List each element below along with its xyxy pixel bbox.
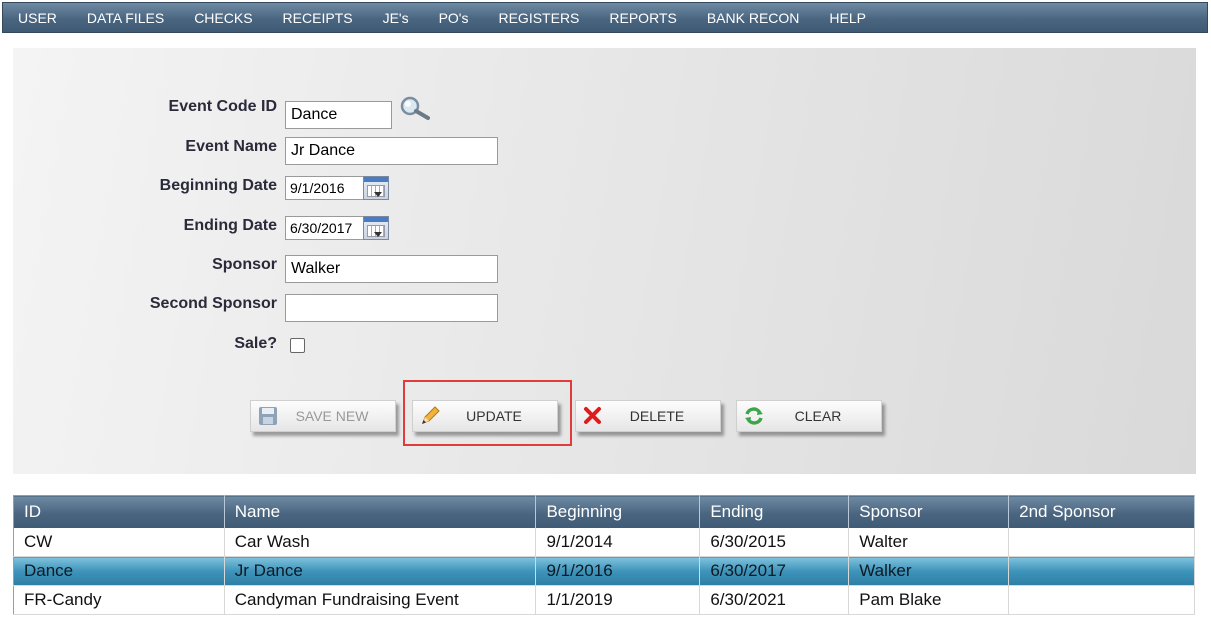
cell-ending: 6/30/2015 (699, 527, 850, 557)
cell-name: Candyman Fundraising Event (224, 585, 537, 615)
menu-data-files[interactable]: DATA FILES (72, 10, 179, 26)
menu-help[interactable]: HELP (814, 10, 881, 26)
menu-registers[interactable]: REGISTERS (483, 10, 594, 26)
second-sponsor-input[interactable] (285, 294, 498, 322)
menu-checks[interactable]: CHECKS (179, 10, 267, 26)
cell-beginning: 1/1/2019 (535, 585, 701, 615)
ending-date-label: Ending Date (183, 217, 277, 234)
event-form-panel: Event Code ID Event Name Beginning Date … (13, 48, 1196, 474)
cell-ending: 6/30/2021 (699, 585, 850, 615)
cell-sponsor: Walker (848, 556, 1010, 586)
sale-checkbox[interactable] (290, 338, 305, 353)
clear-label: CLEAR (794, 408, 842, 424)
menu-user[interactable]: USER (3, 10, 72, 26)
search-icon[interactable] (398, 96, 432, 122)
calendar-icon[interactable] (363, 216, 389, 240)
column-header-sponsor[interactable]: Sponsor (848, 495, 1010, 528)
menu-receipts[interactable]: RECEIPTS (268, 10, 368, 26)
clear-button[interactable]: CLEAR (736, 400, 882, 432)
event-code-input[interactable] (285, 101, 392, 129)
delete-button[interactable]: DELETE (575, 400, 721, 432)
cell-beginning: 9/1/2016 (535, 556, 701, 586)
table-row[interactable]: FR-Candy Candyman Fundraising Event 1/1/… (13, 585, 1195, 615)
calendar-icon[interactable] (363, 176, 389, 200)
menu-bank-recon[interactable]: BANK RECON (692, 10, 815, 26)
events-table: ID Name Beginning Ending Sponsor 2nd Spo… (13, 495, 1195, 615)
column-header-name[interactable]: Name (224, 495, 537, 528)
cell-id: CW (13, 527, 225, 557)
cell-2nd-sponsor (1008, 527, 1195, 557)
sponsor-label: Sponsor (212, 256, 277, 273)
event-code-label: Event Code ID (168, 98, 277, 115)
cell-sponsor: Pam Blake (848, 585, 1010, 615)
column-header-ending[interactable]: Ending (699, 495, 850, 528)
column-header-2nd-sponsor[interactable]: 2nd Sponsor (1008, 495, 1195, 528)
cell-beginning: 9/1/2014 (535, 527, 701, 557)
save-new-button[interactable]: SAVE NEW (250, 400, 396, 432)
table-header-row: ID Name Beginning Ending Sponsor 2nd Spo… (13, 495, 1195, 528)
menu-jes[interactable]: JE's (368, 10, 424, 26)
sponsor-input[interactable] (285, 255, 498, 283)
cell-ending: 6/30/2017 (699, 556, 850, 586)
cell-name: Car Wash (224, 527, 537, 557)
cell-id: Dance (13, 556, 225, 586)
menu-reports[interactable]: REPORTS (594, 10, 691, 26)
cell-id: FR-Candy (13, 585, 225, 615)
event-name-input[interactable] (285, 137, 498, 165)
event-name-label: Event Name (185, 138, 277, 155)
table-row-selected[interactable]: Dance Jr Dance 9/1/2016 6/30/2017 Walker (13, 556, 1195, 586)
column-header-id[interactable]: ID (13, 495, 225, 528)
sale-label: Sale? (234, 335, 277, 352)
cell-2nd-sponsor (1008, 585, 1195, 615)
save-new-label: SAVE NEW (295, 408, 369, 424)
update-highlight-box (403, 380, 572, 446)
beginning-date-label: Beginning Date (159, 177, 277, 194)
column-header-beginning[interactable]: Beginning (535, 495, 701, 528)
second-sponsor-label: Second Sponsor (149, 295, 277, 312)
cell-2nd-sponsor (1008, 556, 1195, 586)
top-menu-bar: USER DATA FILES CHECKS RECEIPTS JE's PO'… (2, 2, 1208, 33)
cell-sponsor: Walter (848, 527, 1010, 557)
ending-date-input[interactable] (285, 216, 364, 240)
menu-pos[interactable]: PO's (424, 10, 484, 26)
cell-name: Jr Dance (224, 556, 537, 586)
delete-label: DELETE (629, 408, 685, 424)
table-row[interactable]: CW Car Wash 9/1/2014 6/30/2015 Walter (13, 527, 1195, 557)
beginning-date-input[interactable] (285, 176, 364, 200)
